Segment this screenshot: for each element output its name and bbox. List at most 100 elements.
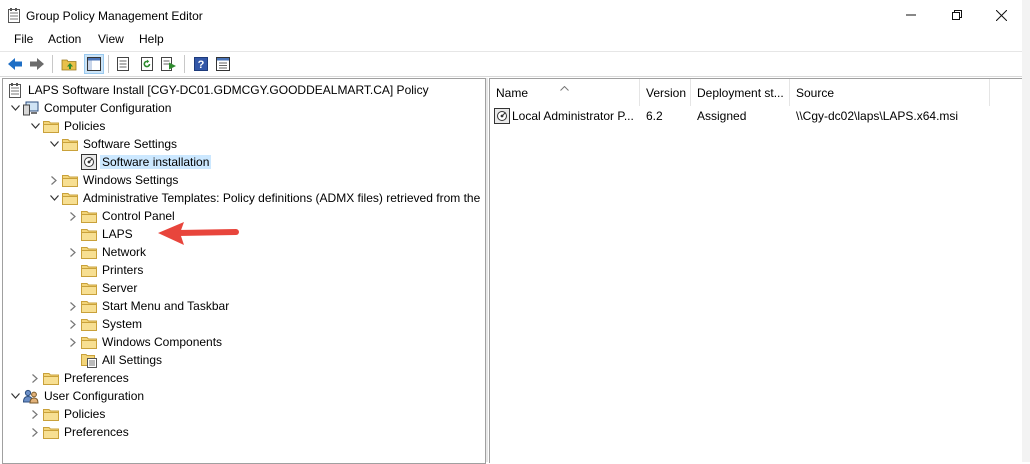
folder-icon <box>81 334 97 350</box>
help-icon[interactable]: ? <box>192 55 210 73</box>
row-deployment-cell: Assigned <box>697 109 747 123</box>
tree-node-printers[interactable]: Printers <box>65 261 145 279</box>
tree-label: Windows Settings <box>83 173 179 187</box>
folder-icon <box>81 226 97 242</box>
tree-node-user-policies[interactable]: Policies <box>27 405 107 423</box>
chevron-right-icon[interactable] <box>46 171 62 189</box>
sort-ascending-icon <box>560 80 569 94</box>
tree-label: LAPS Software Install [CGY-DC01.GDMCGY.G… <box>28 83 429 97</box>
column-header-deployment-state[interactable]: Deployment st... <box>691 79 790 106</box>
chevron-right-icon[interactable] <box>65 315 81 333</box>
tree-node-server[interactable]: Server <box>65 279 139 297</box>
column-header-version[interactable]: Version <box>640 79 691 106</box>
tree-node-user-configuration[interactable]: User Configuration <box>7 387 146 405</box>
tree-pane[interactable]: LAPS Software Install [CGY-DC01.GDMCGY.G… <box>2 78 486 464</box>
chevron-down-icon[interactable] <box>46 189 62 207</box>
tree-node-system[interactable]: System <box>65 315 144 333</box>
tree-node-network[interactable]: Network <box>65 243 148 261</box>
tree-label: All Settings <box>102 353 163 367</box>
tree-label: Software installation <box>100 155 212 169</box>
chevron-right-icon[interactable] <box>27 369 43 387</box>
folder-icon <box>81 208 97 224</box>
chevron-right-icon[interactable] <box>65 243 81 261</box>
notepad-icon <box>8 8 20 23</box>
tree-node-all-settings[interactable]: All Settings <box>65 351 164 369</box>
chevron-right-icon[interactable] <box>65 207 81 225</box>
folder-icon <box>43 370 59 386</box>
folder-icon <box>81 244 97 260</box>
tree-label: Printers <box>102 263 144 277</box>
show-hide-tree-icon[interactable] <box>84 54 104 74</box>
tree-node-user-preferences[interactable]: Preferences <box>27 423 131 441</box>
refresh-icon[interactable] <box>138 55 156 73</box>
details-list: Name Version Deployment st... Source Loc… <box>489 78 1023 463</box>
tree-node-software-settings[interactable]: Software Settings <box>46 135 179 153</box>
folder-icon <box>43 118 59 134</box>
svg-text:?: ? <box>198 59 205 71</box>
chevron-down-icon[interactable] <box>46 135 62 153</box>
tree-node-administrative-templates[interactable]: Administrative Templates: Policy definit… <box>46 189 482 207</box>
tree-label: Network <box>102 245 147 259</box>
up-folder-icon[interactable] <box>60 55 78 73</box>
restore-button[interactable] <box>934 0 980 30</box>
chevron-right-icon[interactable] <box>27 423 43 441</box>
menu-action[interactable]: Action <box>48 32 81 46</box>
chevron-down-icon[interactable] <box>27 117 43 135</box>
tree-node-windows-components[interactable]: Windows Components <box>65 333 224 351</box>
menu-help[interactable]: Help <box>139 32 164 46</box>
folder-icon <box>81 298 97 314</box>
tree-node-preferences[interactable]: Preferences <box>27 369 131 387</box>
folder-icon <box>81 280 97 296</box>
menu-file[interactable]: File <box>14 32 33 46</box>
pane-splitter[interactable] <box>486 78 488 462</box>
menu-view[interactable]: View <box>98 32 124 46</box>
tree-node-computer-configuration[interactable]: Computer Configuration <box>7 99 173 117</box>
software-package-icon <box>494 108 510 124</box>
tree-label: Policies <box>64 407 106 421</box>
tree-node-software-installation[interactable]: Software installation <box>65 153 212 171</box>
tree-node-root[interactable]: LAPS Software Install [CGY-DC01.GDMCGY.G… <box>7 81 431 99</box>
chevron-right-icon[interactable] <box>65 297 81 315</box>
chevron-down-icon[interactable] <box>7 99 23 117</box>
tree-node-laps[interactable]: LAPS <box>65 225 135 243</box>
tree-label: User Configuration <box>44 389 145 403</box>
chevron-right-icon[interactable] <box>65 333 81 351</box>
folder-icon <box>43 424 59 440</box>
export-list-icon[interactable] <box>160 55 178 73</box>
software-install-icon <box>81 154 97 170</box>
folder-icon <box>62 190 78 206</box>
chevron-right-icon[interactable] <box>27 405 43 423</box>
tree-label: Computer Configuration <box>44 101 172 115</box>
tree-node-policies[interactable]: Policies <box>27 117 107 135</box>
settings-list-icon <box>81 352 97 368</box>
close-button[interactable] <box>978 0 1024 30</box>
tree-label: Software Settings <box>83 137 178 151</box>
row-version-cell: 6.2 <box>646 109 663 123</box>
window-title: Group Policy Management Editor <box>26 9 203 23</box>
tree-node-start-menu-and-taskbar[interactable]: Start Menu and Taskbar <box>65 297 231 315</box>
computer-icon <box>23 100 39 116</box>
minimize-button[interactable] <box>888 0 934 30</box>
title-bar: Group Policy Management Editor <box>0 0 1022 30</box>
folder-icon <box>81 316 97 332</box>
tree-label: Preferences <box>64 425 129 439</box>
toolbar: ? <box>0 51 1022 77</box>
chevron-down-icon[interactable] <box>7 387 23 405</box>
users-icon <box>23 388 39 404</box>
forward-arrow-icon[interactable] <box>28 55 46 73</box>
tree-label: Policies <box>64 119 106 133</box>
red-annotation-arrow-icon <box>158 222 239 245</box>
folder-icon <box>81 262 97 278</box>
properties-icon[interactable] <box>114 55 132 73</box>
tree-node-windows-settings[interactable]: Windows Settings <box>46 171 180 189</box>
folder-icon <box>62 172 78 188</box>
window-edge <box>1022 0 1030 462</box>
tree-label: Server <box>102 281 138 295</box>
tree-label: Start Menu and Taskbar <box>102 299 230 313</box>
column-header-name[interactable]: Name <box>490 79 640 106</box>
tree-label: Preferences <box>64 371 129 385</box>
back-arrow-icon[interactable] <box>6 55 24 73</box>
toggle-view-icon[interactable] <box>214 55 232 73</box>
column-header-source[interactable]: Source <box>790 79 990 106</box>
row-source-cell: \\Cgy-dc02\laps\LAPS.x64.msi <box>796 109 959 123</box>
